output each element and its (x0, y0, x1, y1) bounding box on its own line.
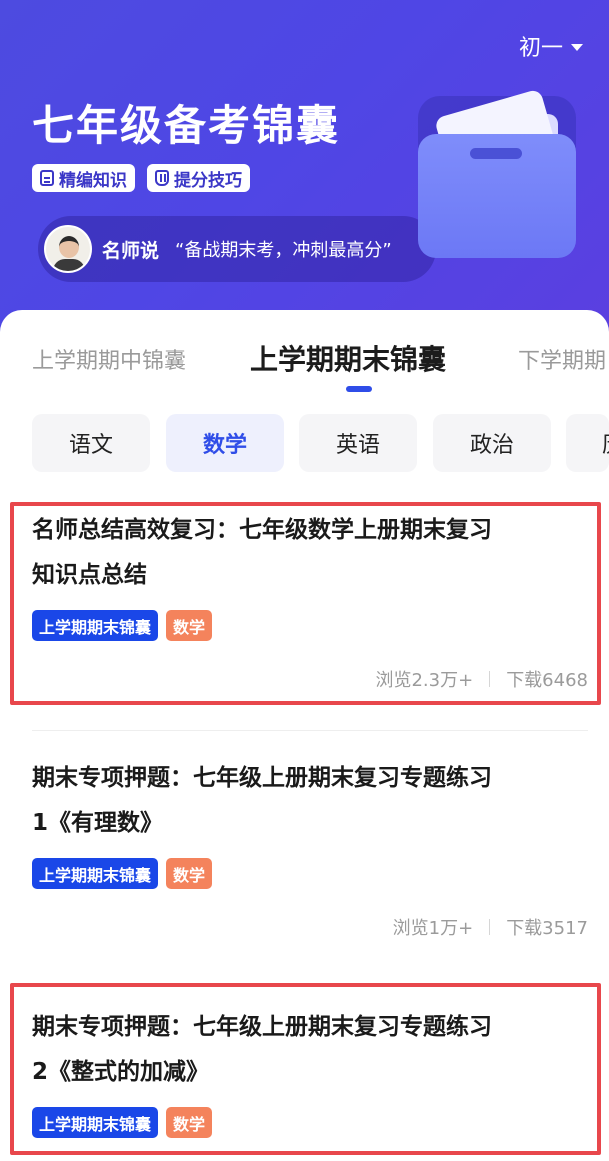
active-tab-indicator (346, 386, 372, 392)
card-title-line: 期末专项押题：七年级上册期末复习专题练习 (32, 765, 492, 791)
card-title: 名师总结高效复习：七年级数学上册期末复习 知识点总结 (32, 508, 588, 598)
download-count: 下载6468 (506, 670, 588, 691)
tab-next-term[interactable]: 下学期期 (518, 343, 606, 375)
subject-tag: 数学 (166, 1107, 213, 1138)
card-tags: 上学期期末锦囊 数学 (32, 858, 588, 889)
chip-label: 精编知识 (59, 170, 127, 191)
card-title-line: 2《整式的加减》 (32, 1059, 210, 1085)
card-title-line: 1《有理数》 (32, 810, 164, 836)
subject-tag: 数学 (166, 610, 213, 641)
view-count: 浏览1万+ (392, 918, 474, 939)
teacher-banner[interactable]: 名师说 “备战期末考，冲刺最高分” (38, 216, 436, 282)
card-stats: 浏览2.3万+ 下载6468 (375, 666, 588, 692)
view-count: 浏览2.3万+ (375, 670, 474, 691)
list-item[interactable]: 期末专项押题：七年级上册期末复习专题练习 2《整式的加减》 上学期期末锦囊 数学 (32, 1005, 588, 1155)
subject-english[interactable]: 英语 (299, 414, 417, 472)
tab-final[interactable]: 上学期期末锦囊 (250, 338, 446, 378)
period-tag: 上学期期末锦囊 (32, 610, 159, 641)
card-title-line: 知识点总结 (32, 562, 147, 588)
card-tags: 上学期期末锦囊 数学 (32, 610, 588, 641)
hero-banner: 初一 七年级备考锦囊 精编知识 提分技巧 名师说 “备战期末考，冲刺最高分” (0, 0, 609, 360)
stats-divider (489, 671, 491, 687)
grade-selector[interactable]: 初一 (519, 30, 583, 62)
subject-politics[interactable]: 政治 (433, 414, 551, 472)
folder-illustration-icon (418, 88, 578, 266)
avatar (44, 225, 92, 273)
feature-chips: 精编知识 提分技巧 (32, 164, 250, 192)
chip-tips: 提分技巧 (147, 164, 250, 192)
tab-midterm[interactable]: 上学期期中锦囊 (32, 343, 186, 375)
list-divider (32, 730, 588, 731)
card-title-line: 期末专项押题：七年级上册期末复习专题练习 (32, 1014, 492, 1040)
teacher-quote: “备战期末考，冲刺最高分” (175, 240, 392, 261)
list-item[interactable]: 期末专项押题：七年级上册期末复习专题练习 1《有理数》 上学期期末锦囊 数学 浏… (32, 756, 588, 939)
card-title: 期末专项押题：七年级上册期末复习专题练习 2《整式的加减》 (32, 1005, 588, 1095)
card-stats: 浏览1万+ 下载3517 (393, 914, 588, 940)
subject-chinese[interactable]: 语文 (32, 414, 150, 472)
subject-math[interactable]: 数学 (166, 414, 284, 472)
card-title: 期末专项押题：七年级上册期末复习专题练习 1《有理数》 (32, 756, 588, 846)
teacher-name: 名师说 (102, 239, 160, 262)
card-title-line: 名师总结高效复习：七年级数学上册期末复习 (32, 517, 492, 543)
card-tags: 上学期期末锦囊 数学 (32, 1107, 588, 1138)
tips-icon (155, 170, 169, 186)
chip-label: 提分技巧 (174, 170, 242, 191)
download-count: 下载3517 (506, 918, 588, 939)
page-title: 七年级备考锦囊 (32, 101, 341, 150)
grade-label: 初一 (518, 36, 563, 61)
chip-knowledge: 精编知识 (32, 164, 135, 192)
subject-tag: 数学 (166, 858, 213, 889)
list-item[interactable]: 名师总结高效复习：七年级数学上册期末复习 知识点总结 上学期期末锦囊 数学 浏览… (32, 508, 588, 691)
chevron-down-icon (571, 43, 583, 51)
period-tag: 上学期期末锦囊 (32, 858, 159, 889)
document-icon (40, 170, 54, 186)
period-tag: 上学期期末锦囊 (32, 1107, 159, 1138)
subject-history[interactable]: 历 (566, 414, 609, 472)
stats-divider (489, 919, 491, 935)
